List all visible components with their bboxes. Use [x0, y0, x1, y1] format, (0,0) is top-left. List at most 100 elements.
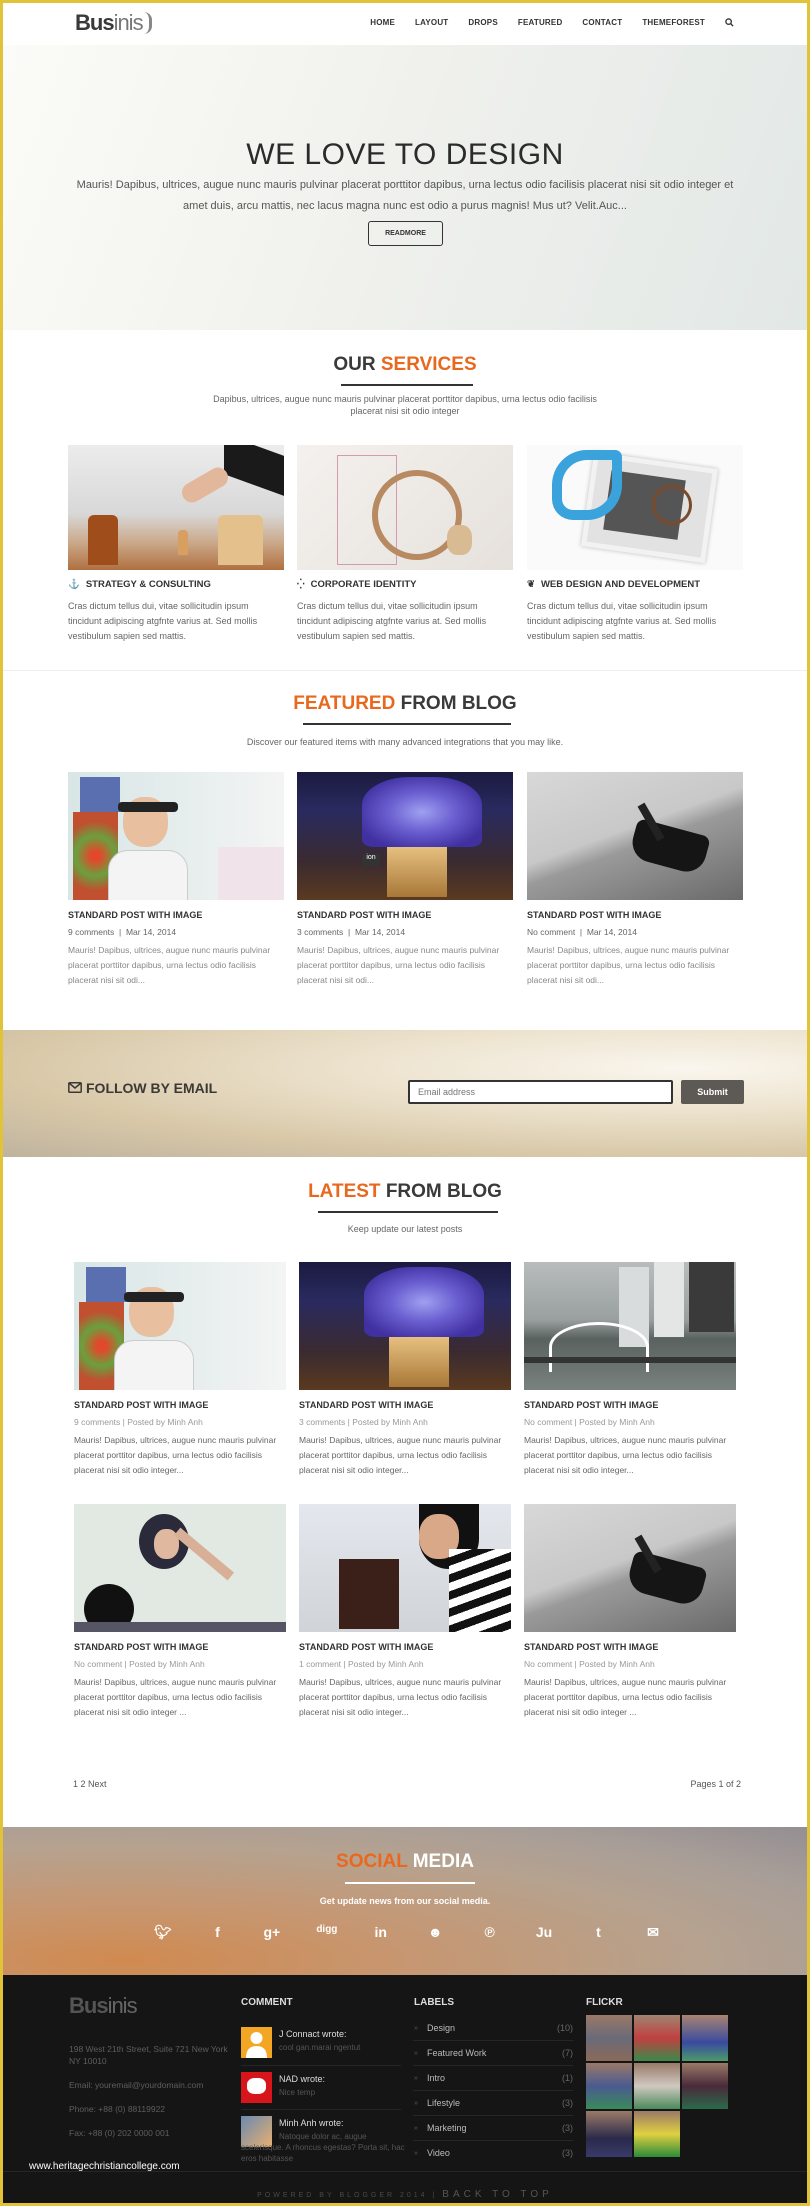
- post-excerpt: Mauris! Dapibus, ultrices, augue nunc ma…: [299, 1435, 502, 1475]
- post-meta: 3 comments | Mar 14, 2014: [297, 927, 406, 937]
- label-item[interactable]: » Design (10): [413, 2017, 573, 2041]
- post-comments[interactable]: 3 comments: [297, 927, 343, 937]
- hero-title: WE LOVE TO DESIGN: [246, 138, 564, 171]
- service-title: STRATEGY & CONSULTING: [85, 579, 211, 590]
- label-item[interactable]: » Video (3): [413, 2142, 573, 2166]
- stumbleupon-icon[interactable]: Ju: [534, 1924, 554, 1941]
- post-title[interactable]: STANDARD POST WITH IMAGE: [297, 910, 513, 920]
- flickr-photo[interactable]: [682, 2015, 728, 2061]
- digg-icon[interactable]: digg: [316, 1924, 337, 1941]
- flickr-photo[interactable]: [682, 2063, 728, 2109]
- back-to-top-link[interactable]: BACK TO TOP: [442, 2189, 553, 2200]
- readmore-button[interactable]: READMORE: [368, 221, 443, 246]
- service-item: ⁛ CORPORATE IDENTITY Cras dictum tellus d…: [297, 445, 513, 644]
- flickr-photo[interactable]: [634, 2111, 680, 2157]
- latest-post[interactable]: STANDARD POST WITH IMAGE 3 comments | Po…: [299, 1262, 511, 1478]
- services-title: OUR SERVICES: [3, 354, 807, 376]
- nav-contact[interactable]: CONTACT: [582, 18, 622, 29]
- label-count: (3): [562, 2123, 573, 2133]
- pagination-links[interactable]: 1 2 Next: [73, 1779, 107, 1789]
- phone: Phone: +88 (0) 88119922: [69, 2104, 166, 2114]
- featured-section: FEATURED FROM BLOG Discover our featured…: [3, 670, 807, 1026]
- email-input[interactable]: [408, 1080, 673, 1104]
- latest-post[interactable]: STANDARD POST WITH IMAGE 1 comment | Pos…: [299, 1504, 511, 1720]
- post-image-sunglasses[interactable]: [524, 1504, 736, 1632]
- label-item[interactable]: » Featured Work (7): [413, 2042, 573, 2066]
- flickr-photo[interactable]: [634, 2063, 680, 2109]
- title-accent: LATEST: [308, 1181, 381, 1202]
- post-title[interactable]: STANDARD POST WITH IMAGE: [524, 1400, 736, 1410]
- title-dark: FROM BLOG: [385, 1181, 502, 1202]
- post-title[interactable]: STANDARD POST WITH IMAGE: [74, 1642, 286, 1652]
- label-item[interactable]: » Intro (1): [413, 2067, 573, 2091]
- featured-title: FEATURED FROM BLOG: [3, 693, 807, 715]
- post-title[interactable]: STANDARD POST WITH IMAGE: [68, 910, 284, 920]
- chevron-right-icon: »: [414, 2100, 418, 2107]
- nav-home[interactable]: HOME: [370, 18, 395, 29]
- featured-post[interactable]: STANDARD POST WITH IMAGE 9 comments | Ma…: [68, 772, 284, 988]
- service-title: WEB DESIGN AND DEVELOPMENT: [540, 579, 701, 590]
- post-image-girl-glasses[interactable]: [74, 1262, 286, 1390]
- post-meta: No comment | Mar 14, 2014: [527, 927, 637, 937]
- pinterest-icon[interactable]: ℗: [480, 1924, 500, 1941]
- post-comments[interactable]: No comment: [527, 927, 575, 937]
- label-item[interactable]: » Lifestyle (3): [413, 2092, 573, 2116]
- flickr-photo[interactable]: [586, 2111, 632, 2157]
- flickr-photo[interactable]: [586, 2015, 632, 2061]
- post-image-girl-glasses[interactable]: [68, 772, 284, 900]
- social-media-section: SOCIAL MEDIA Get update news from our so…: [3, 1827, 807, 1975]
- post-image-sunglasses[interactable]: [527, 772, 743, 900]
- linkedin-icon[interactable]: in: [371, 1924, 391, 1941]
- label-name: Video: [427, 2148, 450, 2158]
- envelope-icon: [68, 1080, 82, 1096]
- anchor-icon: ⚓: [68, 579, 80, 590]
- nav-featured[interactable]: FEATURED: [518, 18, 563, 29]
- post-title[interactable]: STANDARD POST WITH IMAGE: [74, 1400, 286, 1410]
- post-title[interactable]: STANDARD POST WITH IMAGE: [299, 1642, 511, 1652]
- label-count: (7): [562, 2048, 573, 2058]
- post-image-ion-mall[interactable]: ion: [297, 772, 513, 900]
- reddit-icon[interactable]: ☻: [425, 1924, 445, 1941]
- post-image-dj-girl[interactable]: [74, 1504, 286, 1632]
- post-date: Mar 14, 2014: [586, 927, 637, 937]
- flickr-photo[interactable]: [586, 2063, 632, 2109]
- post-image-girl-laptop[interactable]: [299, 1504, 511, 1632]
- spinner-icon: ⁛: [297, 579, 305, 590]
- search-icon[interactable]: [725, 18, 734, 29]
- post-comments[interactable]: 9 comments: [68, 927, 114, 937]
- latest-section: LATEST FROM BLOG Keep update our latest …: [3, 1157, 807, 1827]
- submit-button[interactable]: Submit: [681, 1080, 744, 1104]
- twitter-icon[interactable]: 🐦︎: [153, 1924, 173, 1941]
- flickr-photo[interactable]: [634, 2015, 680, 2061]
- post-meta: No comment | Posted by Minh Anh: [524, 1659, 655, 1669]
- comment-title: COMMENT: [241, 1997, 293, 2008]
- facebook-icon[interactable]: f: [207, 1924, 227, 1941]
- label-item[interactable]: » Marketing (3): [413, 2117, 573, 2141]
- post-title[interactable]: STANDARD POST WITH IMAGE: [299, 1400, 511, 1410]
- google-plus-icon[interactable]: g+: [262, 1924, 282, 1941]
- latest-post[interactable]: STANDARD POST WITH IMAGE No comment | Po…: [74, 1504, 286, 1720]
- fax: Fax: +88 (0) 202 0000 001: [69, 2128, 170, 2138]
- latest-post[interactable]: STANDARD POST WITH IMAGE No comment | Po…: [524, 1262, 736, 1478]
- post-image-city-bridge[interactable]: [524, 1262, 736, 1390]
- latest-post[interactable]: STANDARD POST WITH IMAGE 9 comments | Po…: [74, 1262, 286, 1478]
- nav-themeforest[interactable]: THEMEFOREST: [642, 18, 705, 29]
- email-icon[interactable]: ✉: [643, 1924, 663, 1941]
- label-count: (3): [562, 2148, 573, 2158]
- post-image-ion-mall[interactable]: [299, 1262, 511, 1390]
- post-excerpt: Mauris! Dapibus, ultrices, augue nunc ma…: [524, 1435, 727, 1475]
- label-name: Featured Work: [427, 2048, 487, 2058]
- post-title[interactable]: STANDARD POST WITH IMAGE: [527, 910, 743, 920]
- footer-logo[interactable]: Businis: [69, 1993, 138, 2019]
- nav-drops[interactable]: DROPS: [468, 18, 497, 29]
- post-title[interactable]: STANDARD POST WITH IMAGE: [524, 1642, 736, 1652]
- nav-layout[interactable]: LAYOUT: [415, 18, 448, 29]
- featured-post[interactable]: STANDARD POST WITH IMAGE No comment | Ma…: [527, 772, 743, 988]
- logo[interactable]: Businis: [75, 10, 152, 36]
- comment-text: cool gan.marai ngentut: [279, 2043, 361, 2052]
- latest-post[interactable]: STANDARD POST WITH IMAGE No comment | Po…: [524, 1504, 736, 1720]
- title-accent: SERVICES: [380, 354, 477, 375]
- featured-post[interactable]: ion STANDARD POST WITH IMAGE 3 comments …: [297, 772, 513, 988]
- post-meta: 9 comments | Posted by Minh Anh: [74, 1417, 203, 1427]
- tumblr-icon[interactable]: t: [589, 1924, 609, 1941]
